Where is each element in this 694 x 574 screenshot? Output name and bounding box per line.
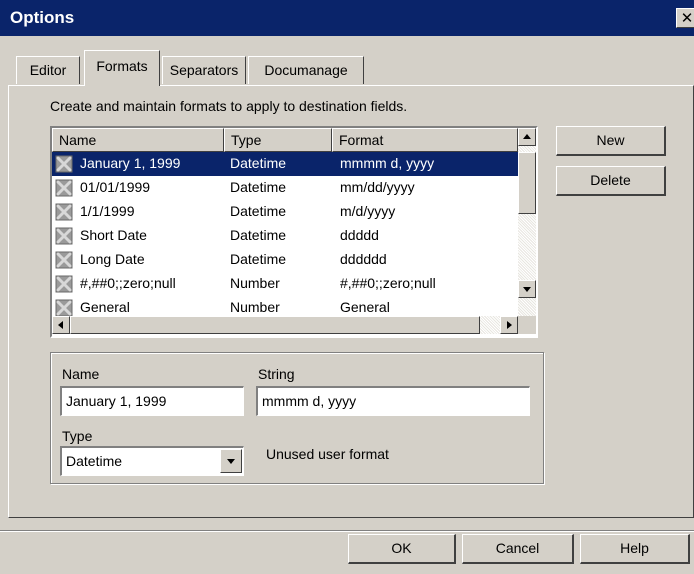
list-row[interactable]: Long Date Datetime dddddd [52, 248, 518, 272]
column-header-name[interactable]: Name [52, 128, 224, 152]
type-select[interactable]: Datetime [60, 446, 244, 476]
dropdown-button[interactable] [220, 449, 242, 473]
column-header-format[interactable]: Format [332, 128, 518, 152]
row-format: General [340, 299, 390, 315]
column-header-type[interactable]: Type [224, 128, 332, 152]
list-row[interactable]: #,##0;;zero;null Number #,##0;;zero;null [52, 272, 518, 296]
arrow-up-icon [523, 134, 531, 139]
row-format: mmmm d, yyyy [340, 155, 435, 171]
row-type: Datetime [230, 179, 287, 195]
help-button[interactable]: Help [580, 534, 690, 564]
format-icon [55, 299, 73, 316]
format-status-text: Unused user format [266, 446, 389, 462]
arrow-right-icon [507, 321, 512, 329]
hscroll-thumb[interactable] [70, 316, 480, 334]
row-name: General [80, 299, 130, 315]
ok-button[interactable]: OK [348, 534, 456, 564]
intro-text: Create and maintain formats to apply to … [50, 98, 408, 114]
arrow-down-icon [523, 287, 531, 292]
scroll-up-button[interactable] [518, 128, 536, 146]
new-button[interactable]: New [556, 126, 666, 156]
row-format: mm/dd/yyyy [340, 179, 415, 195]
format-icon [55, 179, 73, 197]
scroll-down-button[interactable] [518, 280, 536, 298]
window-title: Options [10, 8, 75, 27]
close-icon[interactable]: ✕ [676, 8, 694, 28]
formats-list[interactable]: Name Type Format January 1, 1999 Datetime… [50, 126, 538, 338]
tab-separators[interactable]: Separators [162, 56, 246, 84]
row-type: Datetime [230, 203, 287, 219]
scroll-right-button[interactable] [500, 316, 518, 334]
format-icon [55, 227, 73, 245]
list-row[interactable]: January 1, 1999 Datetime mmmm d, yyyy [52, 152, 518, 176]
chevron-down-icon [227, 459, 235, 464]
list-row[interactable]: Short Date Datetime ddddd [52, 224, 518, 248]
string-input[interactable]: mmmm d, yyyy [256, 386, 530, 416]
format-icon [55, 275, 73, 293]
row-name: Long Date [80, 251, 145, 267]
type-label: Type [62, 428, 93, 444]
row-name: Short Date [80, 227, 147, 243]
tab-formats[interactable]: Formats [84, 50, 160, 86]
row-type: Datetime [230, 227, 287, 243]
cancel-button[interactable]: Cancel [462, 534, 574, 564]
name-label: Name [62, 366, 100, 382]
list-row[interactable]: 1/1/1999 Datetime m/d/yyyy [52, 200, 518, 224]
scroll-thumb[interactable] [518, 152, 536, 214]
format-icon [55, 251, 73, 269]
row-name: #,##0;;zero;null [80, 275, 176, 291]
row-format: m/d/yyyy [340, 203, 396, 219]
title-bar: Options ✕ [0, 0, 694, 36]
row-name: 1/1/1999 [80, 203, 135, 219]
scroll-left-button[interactable] [52, 316, 70, 334]
row-format: ddddd [340, 227, 379, 243]
list-rows: January 1, 1999 Datetime mmmm d, yyyy 01/01… [52, 152, 518, 316]
row-name: January 1, 1999 [80, 155, 181, 171]
row-type: Datetime [230, 155, 287, 171]
row-type: Number [230, 299, 280, 315]
arrow-left-icon [58, 321, 63, 329]
row-type: Datetime [230, 251, 287, 267]
row-format: dddddd [340, 251, 387, 267]
format-icon [55, 203, 73, 221]
vertical-scrollbar[interactable] [518, 128, 536, 316]
type-select-value: Datetime [66, 453, 123, 469]
divider-highlight [0, 531, 694, 532]
list-row[interactable]: General Number General [52, 296, 518, 316]
row-type: Number [230, 275, 280, 291]
string-label: String [258, 366, 295, 382]
row-format: #,##0;;zero;null [340, 275, 436, 291]
tab-documanage[interactable]: Documanage [248, 56, 364, 84]
tab-editor[interactable]: Editor [16, 56, 80, 84]
list-row[interactable]: 01/01/1999 Datetime mm/dd/yyyy [52, 176, 518, 200]
format-icon [55, 155, 73, 173]
name-input[interactable]: January 1, 1999 [60, 386, 244, 416]
scroll-corner [518, 316, 536, 334]
row-name: 01/01/1999 [80, 179, 151, 195]
horizontal-scrollbar[interactable] [52, 316, 518, 334]
delete-button[interactable]: Delete [556, 166, 666, 196]
